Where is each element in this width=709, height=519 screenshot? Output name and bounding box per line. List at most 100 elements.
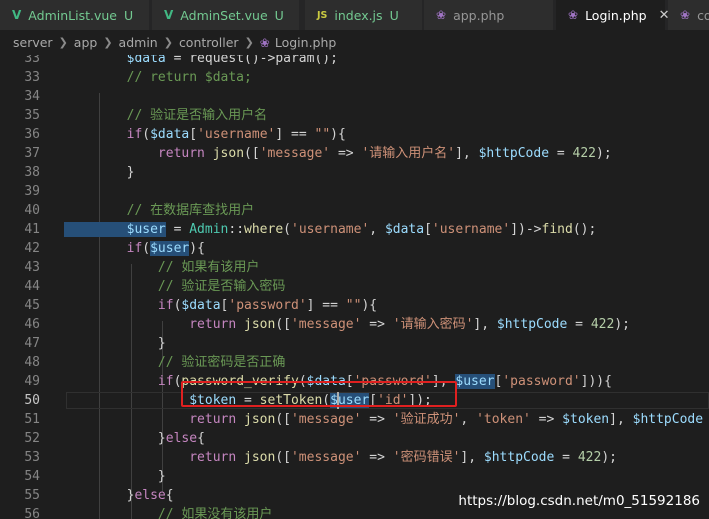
- code-token: json: [244, 412, 276, 427]
- code-line[interactable]: 53 return json(['message' => '密码错误'], $h…: [0, 448, 709, 467]
- code-text: // 验证是否输入密码: [64, 277, 286, 296]
- code-token: ])->: [510, 222, 542, 237]
- code-line[interactable]: 33 // return $data;: [0, 68, 709, 87]
- line-number: 53: [24, 450, 40, 465]
- code-token: 422: [577, 450, 602, 465]
- code-line[interactable]: 42 if($user){: [0, 239, 709, 258]
- code-token: Admin: [189, 222, 229, 237]
- code-text: $data = request()->param();: [64, 55, 338, 68]
- code-token: $user: [150, 241, 190, 256]
- line-number: 56: [24, 507, 40, 519]
- php-file-icon: ❀: [259, 35, 270, 50]
- code-token: 422: [572, 146, 597, 161]
- code-line[interactable]: 41 $user = Admin::where('username', $dat…: [0, 220, 709, 239]
- code-editor[interactable]: 33 $data = request()->param(); 33 // retu…: [0, 55, 709, 519]
- line-number: 37: [24, 146, 40, 161]
- code-text: }else{: [64, 486, 174, 505]
- code-text: return json(['message' => '请输入用户名'], $ht…: [64, 144, 612, 163]
- code-token: $data: [384, 222, 425, 237]
- code-token: // 验证是否输入用户名: [64, 108, 268, 123]
- breadcrumb-item[interactable]: admin: [119, 35, 158, 50]
- code-token: '请输入密码': [392, 317, 474, 332]
- code-line[interactable]: 54 }: [0, 467, 709, 486]
- code-line[interactable]: 48 // 验证密码是否正确: [0, 353, 709, 372]
- code-line[interactable]: 43 // 如果有该用户: [0, 258, 709, 277]
- code-token: 'username': [291, 222, 370, 237]
- code-line[interactable]: 35 // 验证是否输入用户名: [0, 106, 709, 125]
- code-line[interactable]: 39: [0, 182, 709, 201]
- code-token: ([: [275, 450, 291, 465]
- code-token: ([: [275, 317, 291, 332]
- code-token: ();: [572, 222, 597, 237]
- code-text: return json(['message' => '密码错误'], $http…: [64, 448, 617, 467]
- tab-co[interactable]: ❀ co: [668, 0, 709, 30]
- code-token: }: [64, 488, 135, 503]
- code-line[interactable]: 44 // 验证是否输入密码: [0, 277, 709, 296]
- tab-label: AdminSet.vue: [180, 7, 268, 23]
- code-text: }: [64, 163, 135, 182]
- code-token: }: [64, 165, 135, 180]
- code-line[interactable]: 34: [0, 87, 709, 106]
- code-token: else: [165, 431, 198, 446]
- line-number: 50: [24, 393, 40, 408]
- line-number: 33: [24, 55, 40, 66]
- code-token: $user: [455, 374, 495, 389]
- code-line[interactable]: 40 // 在数据库查找用户: [0, 201, 709, 220]
- line-number: 54: [24, 469, 40, 484]
- code-token: 'message': [259, 146, 331, 161]
- code-token: 'message': [290, 412, 362, 427]
- code-text: // 在数据库查找用户: [64, 201, 254, 220]
- code-token: =: [554, 450, 578, 465]
- code-token: 422: [590, 317, 615, 332]
- untracked-badge: U: [123, 7, 134, 23]
- code-token: =: [567, 317, 591, 332]
- code-line[interactable]: 52 }else{: [0, 429, 709, 448]
- code-line[interactable]: 47 }: [0, 334, 709, 353]
- code-token: {: [197, 431, 205, 446]
- tab-index-js[interactable]: JS index.js U: [305, 0, 423, 30]
- breadcrumb-item[interactable]: controller: [179, 35, 239, 50]
- line-number: 34: [24, 89, 40, 104]
- code-text: // 验证密码是否正确: [64, 353, 286, 372]
- code-token: json: [212, 146, 245, 161]
- tab-app-php[interactable]: ❀ app.php: [424, 0, 554, 30]
- code-token: $data: [150, 127, 190, 142]
- code-line[interactable]: 38 }: [0, 163, 709, 182]
- code-token: =: [165, 222, 190, 237]
- code-token: ){: [361, 298, 378, 313]
- chevron-right-icon: ❯: [58, 36, 68, 49]
- breadcrumb-item[interactable]: Login.php: [275, 35, 337, 50]
- code-token: '密码错误': [392, 450, 461, 465]
- code-line[interactable]: 37 return json(['message' => '请输入用户名'], …: [0, 144, 709, 163]
- code-token: if: [64, 374, 174, 389]
- code-line[interactable]: 36 if($data['username'] == ""){: [0, 125, 709, 144]
- code-token: return: [64, 412, 245, 427]
- code-token: }: [64, 336, 166, 351]
- breadcrumb-item[interactable]: server: [13, 35, 53, 50]
- code-line[interactable]: 46 return json(['message' => '请输入密码'], $…: [0, 315, 709, 334]
- code-token: find: [541, 222, 573, 237]
- tab-login-php[interactable]: ❀ Login.php ✕: [556, 0, 669, 30]
- code-line[interactable]: 33 $data = request()->param();: [0, 55, 709, 68]
- code-token: ,: [460, 412, 477, 427]
- code-token: $token: [562, 412, 610, 427]
- code-token: '验证成功': [392, 412, 461, 427]
- tab-adminset-vue[interactable]: V AdminSet.vue U: [152, 0, 300, 30]
- code-token: ::: [228, 222, 245, 237]
- code-token: );: [614, 317, 630, 332]
- code-token: json: [244, 317, 276, 332]
- code-token: ],: [473, 317, 497, 332]
- code-text: // 如果有该用户: [64, 258, 260, 277]
- tab-adminlist-vue[interactable]: V AdminList.vue U: [0, 0, 150, 30]
- chevron-right-icon: ❯: [163, 36, 173, 49]
- code-token: ([: [244, 146, 260, 161]
- code-token: ],: [460, 450, 484, 465]
- breadcrumb-item[interactable]: app: [74, 35, 98, 50]
- code-token: $data: [64, 55, 166, 66]
- code-line[interactable]: 45 if($data['password'] == ""){: [0, 296, 709, 315]
- line-number: 33: [24, 70, 40, 85]
- code-token: $httpCode: [478, 146, 550, 161]
- code-line[interactable]: 51 return json(['message' => '验证成功', 'to…: [0, 410, 709, 429]
- code-token: {: [165, 488, 174, 503]
- php-file-icon: ❀: [436, 8, 447, 22]
